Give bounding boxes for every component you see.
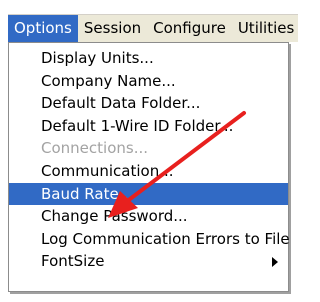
- menu-item-fontsize[interactable]: FontSize: [9, 250, 288, 273]
- menu-item-change-password[interactable]: Change Password...: [9, 205, 288, 228]
- menu-configure[interactable]: Configure: [147, 15, 232, 42]
- options-dropdown-menu: Display Units... Company Name... Default…: [8, 42, 290, 292]
- menu-item-fontsize-label: FontSize: [41, 252, 105, 271]
- menu-item-communication[interactable]: Communication...: [9, 160, 288, 183]
- menu-item-company-name[interactable]: Company Name...: [9, 70, 288, 93]
- menu-item-connections: Connections...: [41, 139, 148, 158]
- submenu-arrow-icon: [272, 257, 278, 268]
- menu-utilities[interactable]: Utilities: [232, 15, 300, 42]
- menu-session[interactable]: Session: [78, 15, 147, 42]
- menu-bar: Options Session Configure Utilities: [8, 14, 298, 42]
- menu-item-baud-rate[interactable]: Baud Rate...: [9, 182, 288, 206]
- menu-options[interactable]: Options: [8, 15, 78, 42]
- menu-item-display-units[interactable]: Display Units...: [9, 47, 288, 70]
- screenshot-stage: Options Session Configure Utilities Disp…: [0, 0, 298, 302]
- menu-item-default-1wire-id-folder[interactable]: Default 1-Wire ID Folder...: [9, 115, 288, 138]
- menu-item-log-communication-errors[interactable]: Log Communication Errors to File: [9, 228, 290, 251]
- menu-item-default-data-folder[interactable]: Default Data Folder...: [9, 92, 288, 115]
